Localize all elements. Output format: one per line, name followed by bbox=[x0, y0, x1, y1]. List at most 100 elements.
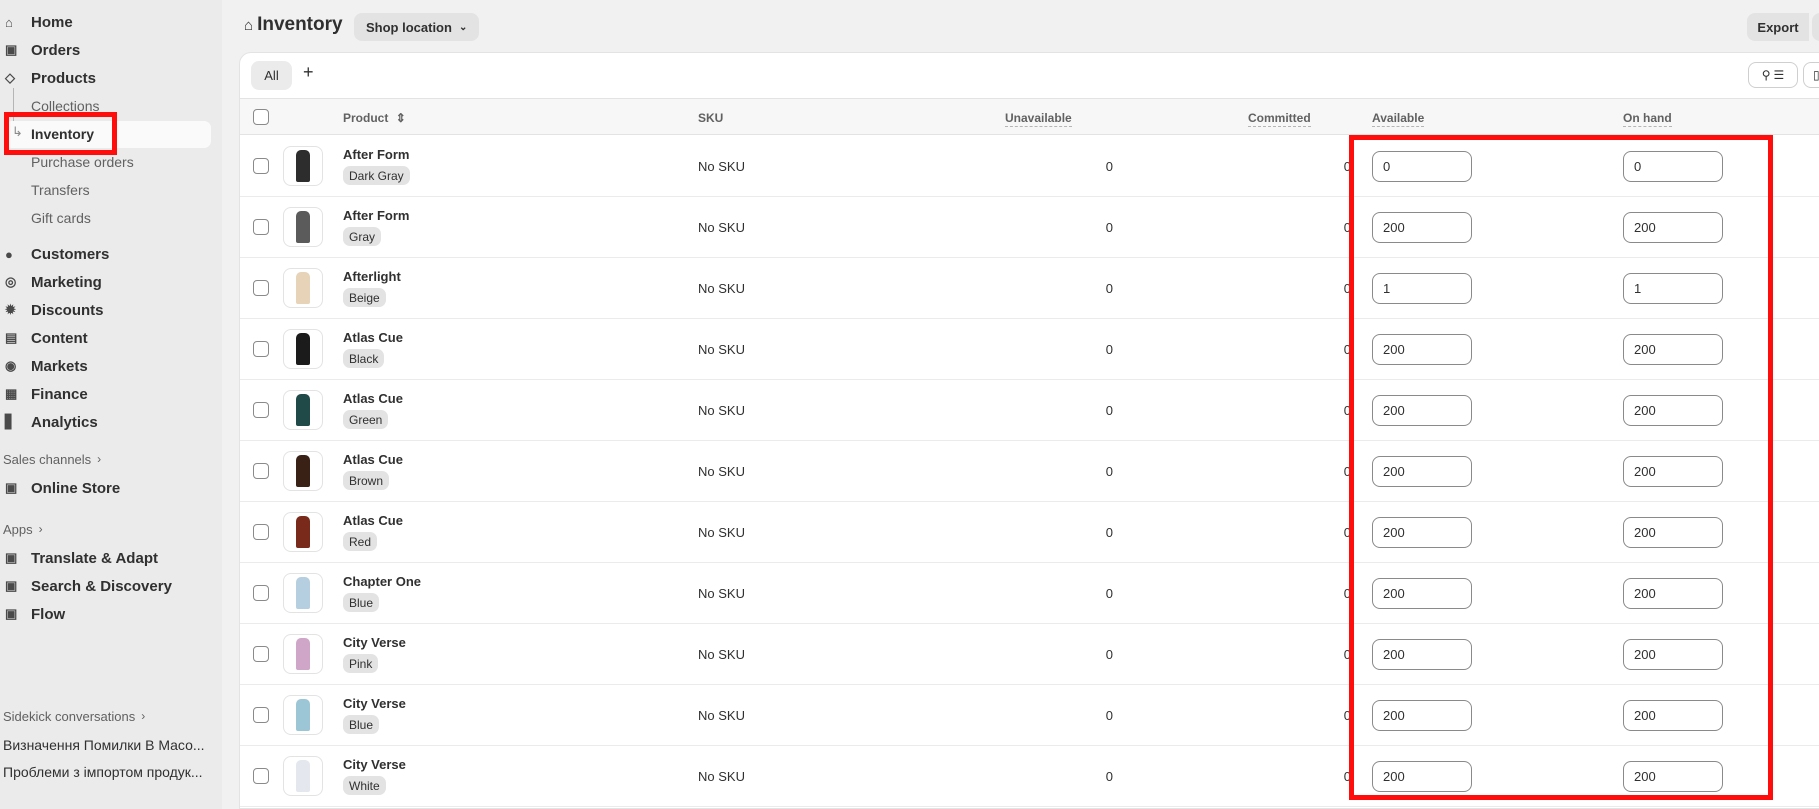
committed-value[interactable]: 0 bbox=[1311, 220, 1351, 235]
available-quantity-input[interactable] bbox=[1372, 273, 1472, 304]
product-thumbnail[interactable] bbox=[283, 451, 323, 491]
available-quantity-input[interactable] bbox=[1372, 639, 1472, 670]
available-quantity-input[interactable] bbox=[1372, 700, 1472, 731]
table-row[interactable]: Atlas Cue Green No SKU 0 0 bbox=[240, 380, 1819, 441]
sidebar-item-purchase-orders[interactable]: Purchase orders bbox=[31, 150, 134, 174]
export-button[interactable]: Export bbox=[1747, 13, 1809, 41]
sidebar-item-inventory[interactable]: ↳ Inventory bbox=[5, 121, 211, 148]
row-checkbox[interactable] bbox=[253, 280, 269, 296]
on-hand-quantity-input[interactable] bbox=[1623, 273, 1723, 304]
available-quantity-input[interactable] bbox=[1372, 761, 1472, 792]
column-header-product[interactable]: Product ⇕ bbox=[343, 111, 406, 125]
unavailable-value[interactable]: 0 bbox=[1073, 769, 1113, 784]
available-quantity-input[interactable] bbox=[1372, 334, 1472, 365]
unavailable-value[interactable]: 0 bbox=[1073, 708, 1113, 723]
sidebar-item-home[interactable]: ⌂ Home bbox=[0, 9, 73, 35]
column-header-unavailable[interactable]: Unavailable bbox=[1005, 111, 1072, 127]
committed-value[interactable]: 0 bbox=[1311, 525, 1351, 540]
sales-channels-header[interactable]: Sales channels › bbox=[3, 449, 101, 469]
sidebar-item-orders[interactable]: ▣ Orders bbox=[0, 37, 80, 63]
unavailable-value[interactable]: 0 bbox=[1073, 281, 1113, 296]
sidebar-item-analytics[interactable]: ▋ Analytics bbox=[0, 409, 98, 435]
product-name[interactable]: Chapter One bbox=[343, 574, 421, 589]
row-checkbox[interactable] bbox=[253, 402, 269, 418]
table-row[interactable]: Afterlight Beige No SKU 0 0 bbox=[240, 258, 1819, 319]
sidebar-item-products[interactable]: ◇ Products bbox=[0, 65, 96, 91]
unavailable-value[interactable]: 0 bbox=[1073, 342, 1113, 357]
product-name[interactable]: Atlas Cue bbox=[343, 330, 403, 345]
search-filter-button[interactable]: ⚲ ☰ bbox=[1748, 62, 1798, 88]
on-hand-quantity-input[interactable] bbox=[1623, 700, 1723, 731]
column-header-on-hand[interactable]: On hand bbox=[1623, 111, 1672, 127]
row-checkbox[interactable] bbox=[253, 707, 269, 723]
table-row[interactable]: City Verse Blue No SKU 0 0 bbox=[240, 685, 1819, 746]
on-hand-quantity-input[interactable] bbox=[1623, 456, 1723, 487]
more-actions-button[interactable] bbox=[1812, 13, 1819, 41]
unavailable-value[interactable]: 0 bbox=[1073, 220, 1113, 235]
tab-all[interactable]: All bbox=[251, 61, 292, 90]
column-header-available[interactable]: Available bbox=[1372, 111, 1425, 127]
committed-value[interactable]: 0 bbox=[1311, 403, 1351, 418]
sidekick-header[interactable]: Sidekick conversations › bbox=[3, 706, 145, 726]
committed-value[interactable]: 0 bbox=[1311, 342, 1351, 357]
product-name[interactable]: City Verse bbox=[343, 696, 406, 711]
row-checkbox[interactable] bbox=[253, 158, 269, 174]
sidekick-conversation-item[interactable]: Визначення Помилки В Масо... bbox=[3, 737, 211, 753]
sidebar-item-content[interactable]: ▤ Content bbox=[0, 325, 88, 351]
sidebar-item-flow[interactable]: ▣ Flow bbox=[0, 601, 65, 627]
unavailable-value[interactable]: 0 bbox=[1073, 159, 1113, 174]
on-hand-quantity-input[interactable] bbox=[1623, 639, 1723, 670]
on-hand-quantity-input[interactable] bbox=[1623, 395, 1723, 426]
product-thumbnail[interactable] bbox=[283, 268, 323, 308]
product-thumbnail[interactable] bbox=[283, 634, 323, 674]
sidebar-item-online-store[interactable]: ▣ Online Store bbox=[0, 475, 120, 501]
row-checkbox[interactable] bbox=[253, 463, 269, 479]
column-header-committed[interactable]: Committed bbox=[1248, 111, 1311, 127]
available-quantity-input[interactable] bbox=[1372, 517, 1472, 548]
unavailable-value[interactable]: 0 bbox=[1073, 647, 1113, 662]
unavailable-value[interactable]: 0 bbox=[1073, 525, 1113, 540]
committed-value[interactable]: 0 bbox=[1311, 769, 1351, 784]
product-name[interactable]: City Verse bbox=[343, 635, 406, 650]
on-hand-quantity-input[interactable] bbox=[1623, 517, 1723, 548]
row-checkbox[interactable] bbox=[253, 219, 269, 235]
available-quantity-input[interactable] bbox=[1372, 395, 1472, 426]
sidebar-item-markets[interactable]: ◉ Markets bbox=[0, 353, 88, 379]
sidebar-item-collections[interactable]: Collections bbox=[31, 94, 99, 118]
on-hand-quantity-input[interactable] bbox=[1623, 212, 1723, 243]
on-hand-quantity-input[interactable] bbox=[1623, 761, 1723, 792]
available-quantity-input[interactable] bbox=[1372, 151, 1472, 182]
product-thumbnail[interactable] bbox=[283, 329, 323, 369]
available-quantity-input[interactable] bbox=[1372, 578, 1472, 609]
table-row[interactable]: After Form Dark Gray No SKU 0 0 bbox=[240, 136, 1819, 197]
committed-value[interactable]: 0 bbox=[1311, 586, 1351, 601]
available-quantity-input[interactable] bbox=[1372, 456, 1472, 487]
table-row[interactable]: Atlas Cue Brown No SKU 0 0 bbox=[240, 441, 1819, 502]
product-thumbnail[interactable] bbox=[283, 756, 323, 796]
product-name[interactable]: Afterlight bbox=[343, 269, 401, 284]
apps-header[interactable]: Apps › bbox=[3, 519, 43, 539]
committed-value[interactable]: 0 bbox=[1311, 281, 1351, 296]
product-name[interactable]: Atlas Cue bbox=[343, 513, 403, 528]
row-checkbox[interactable] bbox=[253, 341, 269, 357]
committed-value[interactable]: 0 bbox=[1311, 464, 1351, 479]
sidebar-item-transfers[interactable]: Transfers bbox=[31, 178, 90, 202]
product-name[interactable]: City Verse bbox=[343, 757, 406, 772]
sidebar-item-translate-adapt[interactable]: ▣ Translate & Adapt bbox=[0, 545, 158, 571]
available-quantity-input[interactable] bbox=[1372, 212, 1472, 243]
unavailable-value[interactable]: 0 bbox=[1073, 464, 1113, 479]
row-checkbox[interactable] bbox=[253, 646, 269, 662]
on-hand-quantity-input[interactable] bbox=[1623, 578, 1723, 609]
add-view-button[interactable]: + bbox=[303, 62, 314, 83]
sidebar-item-marketing[interactable]: ◎ Marketing bbox=[0, 269, 102, 295]
on-hand-quantity-input[interactable] bbox=[1623, 151, 1723, 182]
product-name[interactable]: After Form bbox=[343, 147, 409, 162]
on-hand-quantity-input[interactable] bbox=[1623, 334, 1723, 365]
product-thumbnail[interactable] bbox=[283, 146, 323, 186]
product-thumbnail[interactable] bbox=[283, 207, 323, 247]
product-name[interactable]: After Form bbox=[343, 208, 409, 223]
unavailable-value[interactable]: 0 bbox=[1073, 403, 1113, 418]
product-name[interactable]: Atlas Cue bbox=[343, 391, 403, 406]
committed-value[interactable]: 0 bbox=[1311, 647, 1351, 662]
sidebar-item-customers[interactable]: ● Customers bbox=[0, 241, 109, 267]
